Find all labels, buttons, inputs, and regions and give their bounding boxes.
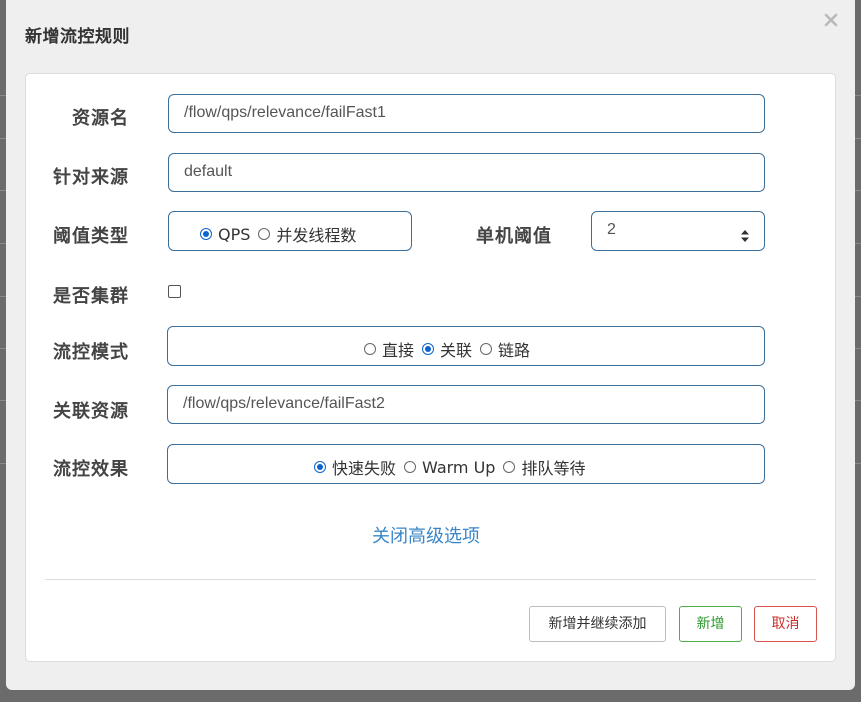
grade-label: 阈值类型 (53, 226, 129, 247)
advanced-options-toggle[interactable]: 关闭高级选项 (372, 522, 480, 548)
grade-option-thread[interactable]: 并发线程数 (258, 222, 356, 246)
strategy-direct-label: 直接 (382, 341, 415, 360)
strategy-chain-radio[interactable] (480, 343, 493, 355)
strategy-chain-label: 链路 (498, 341, 531, 360)
limit-app-input[interactable]: default (168, 153, 765, 192)
control-behavior-label: 流控效果 (53, 459, 129, 480)
behavior-option-fail-fast[interactable]: 快速失败 (314, 455, 396, 479)
resource-name-label: 资源名 (72, 108, 129, 129)
dialog-title: 新增流控规则 (25, 27, 130, 47)
grade-qps-label: QPS (218, 224, 251, 244)
count-value: 2 (607, 221, 616, 238)
grade-radio-box: QPS 并发线程数 (168, 211, 412, 251)
form-panel: 资源名 /flow/qps/relevance/failFast1 针对来源 d… (25, 73, 836, 662)
strategy-relate-radio[interactable] (422, 343, 435, 355)
count-label: 单机阈值 (476, 226, 552, 247)
flow-rule-dialog: 新增流控规则 资源名 /flow/qps/relevance/failFast1… (6, 0, 855, 690)
behavior-fail-fast-label: 快速失败 (332, 459, 397, 478)
behavior-fail-fast-radio[interactable] (314, 461, 326, 473)
grade-thread-radio[interactable] (258, 228, 271, 240)
ref-resource-input[interactable]: /flow/qps/relevance/failFast2 (167, 385, 765, 424)
strategy-option-direct[interactable]: 直接 (364, 337, 414, 361)
grade-option-qps[interactable]: QPS (200, 225, 250, 244)
ref-resource-label: 关联资源 (53, 401, 129, 422)
footer-divider (45, 579, 816, 580)
strategy-option-chain[interactable]: 链路 (480, 337, 530, 361)
grade-thread-label: 并发线程数 (276, 226, 357, 245)
resource-name-input[interactable]: /flow/qps/relevance/failFast1 (168, 94, 765, 133)
count-input[interactable]: 2 (591, 211, 765, 251)
number-spinner-icon[interactable] (740, 222, 750, 242)
grade-radio-group: QPS 并发线程数 (200, 222, 356, 246)
behavior-option-queue[interactable]: 排队等待 (503, 455, 585, 479)
cancel-button[interactable]: 取消 (754, 606, 817, 642)
add-button[interactable]: 新增 (679, 606, 742, 642)
control-behavior-radio-group: 快速失败 Warm Up 排队等待 (314, 455, 585, 479)
cluster-checkbox[interactable] (168, 285, 181, 298)
behavior-warm-up-label: Warm Up (422, 457, 496, 477)
strategy-radio-box: 直接 关联 链路 (167, 326, 765, 366)
strategy-direct-radio[interactable] (364, 343, 376, 355)
limit-app-label: 针对来源 (53, 167, 129, 188)
strategy-label: 流控模式 (53, 342, 129, 363)
behavior-queue-radio[interactable] (503, 461, 516, 473)
grade-qps-radio[interactable] (200, 228, 212, 240)
strategy-option-relate[interactable]: 关联 (422, 337, 472, 361)
close-icon[interactable] (821, 10, 841, 30)
behavior-warm-up-radio[interactable] (404, 461, 417, 473)
strategy-relate-label: 关联 (440, 341, 473, 360)
add-and-continue-button[interactable]: 新增并继续添加 (529, 606, 666, 642)
behavior-option-warm-up[interactable]: Warm Up (404, 458, 495, 477)
behavior-queue-label: 排队等待 (521, 459, 586, 478)
strategy-radio-group: 直接 关联 链路 (364, 337, 530, 361)
control-behavior-radio-box: 快速失败 Warm Up 排队等待 (167, 444, 765, 484)
cluster-label: 是否集群 (53, 286, 129, 307)
